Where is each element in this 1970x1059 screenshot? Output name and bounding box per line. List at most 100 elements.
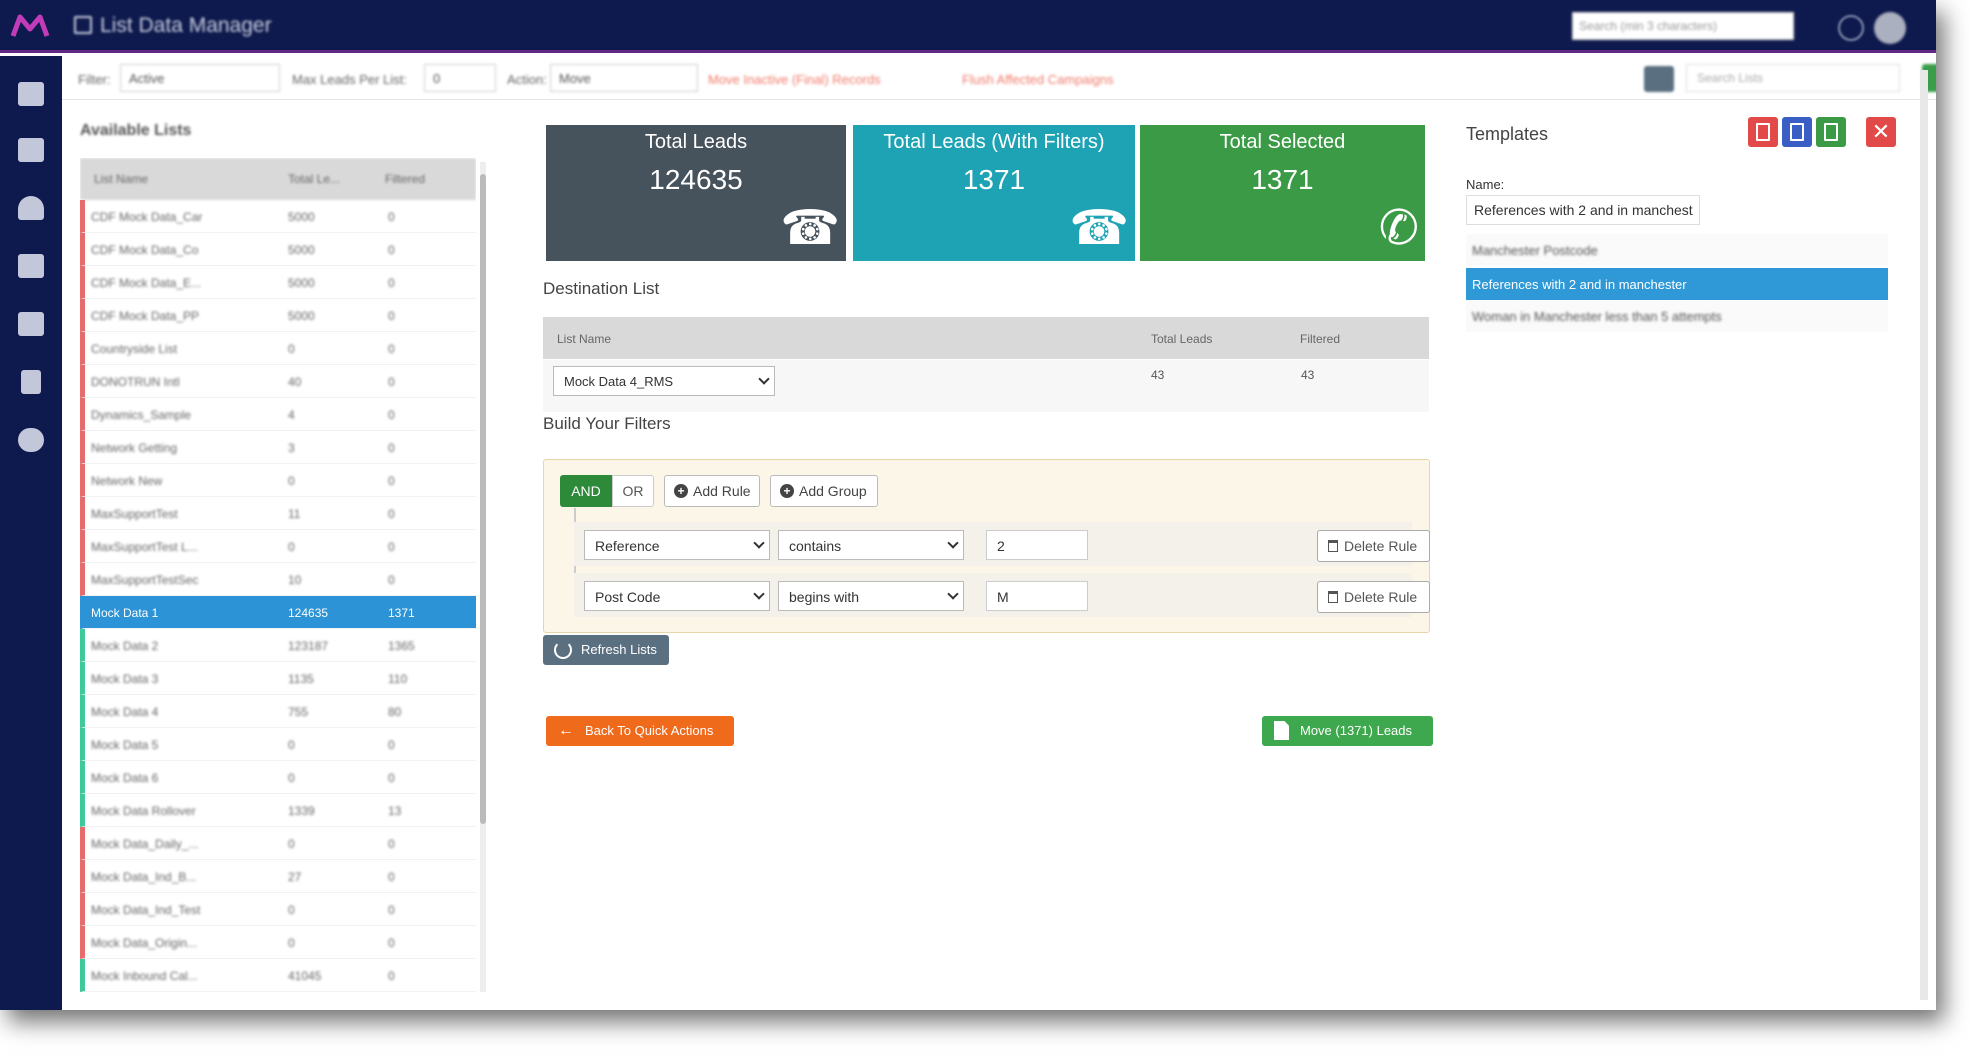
list-row[interactable]: Mock Inbound Cal... 41045 0 [80,959,476,992]
list-row-total: 0 [288,903,295,917]
phone-icon: ☎ [780,202,840,255]
list-row[interactable]: Mock Data_Daily_... 0 0 [80,827,476,860]
template-item-selected[interactable]: References with 2 and in manchester [1466,268,1888,300]
list-row-name: Mock Data_Origin... [91,936,198,950]
filters-title: Build Your Filters [543,414,671,433]
settings-icon[interactable] [18,428,44,452]
dashboard-icon[interactable] [18,196,44,220]
list-row-name: Network Getting [91,441,178,455]
and-toggle[interactable]: AND [560,475,612,507]
global-search-input[interactable]: Search (min 3 characters) [1572,12,1794,40]
phone-volume-icon: ✆ [1378,202,1419,255]
list-row-name: Network New [91,474,163,488]
move-inactive-checkbox[interactable]: Move Inactive (Final) Records [708,72,881,87]
list-row-filtered: 0 [388,771,395,785]
document-icon[interactable] [21,370,41,394]
list-row-filtered: 0 [388,375,395,389]
max-leads-label: Max Leads Per List: [292,72,407,87]
refresh-toolbar-button[interactable] [1644,66,1674,92]
list-row[interactable]: Mock Data_Ind_Test 0 0 [80,893,476,926]
list-row[interactable]: Mock Data Rollover 1339 13 [80,794,476,827]
page-scrollbar[interactable] [1920,70,1928,1000]
list-row[interactable]: CDF Mock Data_Car 5000 0 [80,200,476,233]
list-row[interactable]: Mock Data_Ind_B... 27 0 [80,860,476,893]
brand-logo[interactable] [10,12,50,40]
new-template-button[interactable] [1748,117,1778,147]
or-toggle[interactable]: OR [612,475,654,507]
list-search-input[interactable]: Search Lists [1686,64,1900,92]
list-row-name: Dynamics_Sample [91,408,192,422]
rule-field-select[interactable]: Reference [584,530,770,560]
col-list-name[interactable]: List Name [94,172,148,186]
refresh-icon [554,641,572,659]
list-row[interactable]: Mock Data 4 755 80 [80,695,476,728]
list-row[interactable]: Dynamics_Sample 4 0 [80,398,476,431]
back-to-quick-actions-button[interactable]: ← Back To Quick Actions [546,716,734,746]
list-row-total: 0 [288,936,295,950]
rule-value-input[interactable]: M [986,581,1088,611]
delete-rule-button[interactable]: Delete Rule [1317,530,1430,562]
max-leads-input[interactable]: 0 [424,64,496,92]
list-row[interactable]: Mock Data 3 1135 110 [80,662,476,695]
list-row[interactable]: CDF Mock Data_PP 5000 0 [80,299,476,332]
load-template-button[interactable] [1782,117,1812,147]
delete-template-button[interactable]: ✕ [1866,117,1896,147]
grid-icon[interactable] [18,138,44,162]
list-row[interactable]: Network New 0 0 [80,464,476,497]
list-row[interactable]: Network Getting 3 0 [80,431,476,464]
database-icon[interactable] [18,254,44,278]
list-row[interactable]: CDF Mock Data_E... 5000 0 [80,266,476,299]
refresh-lists-button[interactable]: Refresh Lists [543,635,669,665]
add-group-button[interactable]: + Add Group [770,475,878,507]
list-row-filtered: 0 [388,870,395,884]
rule-operator-select[interactable]: begins with [778,581,964,611]
list-row[interactable]: CDF Mock Data_Co 5000 0 [80,233,476,266]
list-row-filtered: 13 [388,804,402,818]
list-row[interactable]: Mock Data 6 0 0 [80,761,476,794]
filtered-leads-card: Total Leads (With Filters) 1371 ☎ [853,125,1135,261]
flush-campaigns-checkbox[interactable]: Flush Affected Campaigns [962,72,1114,87]
list-row[interactable]: DONOTRUN Intl 40 0 [80,365,476,398]
destination-list-select[interactable]: Mock Data 4_RMS [553,366,775,396]
home-icon[interactable] [18,82,44,106]
list-row-total: 0 [288,342,295,356]
list-row[interactable]: Mock Data_Origin... 0 0 [80,926,476,959]
col-total-leads[interactable]: Total Le... [288,172,340,186]
move-leads-button[interactable]: Move (1371) Leads [1262,716,1433,746]
help-icon[interactable] [1838,15,1864,41]
filter-toolbar: Filter: Active Max Leads Per List: 0 Act… [62,56,1936,100]
template-item[interactable]: Manchester Postcode [1466,234,1888,266]
list-row[interactable]: MaxSupportTestSec 10 0 [80,563,476,596]
lock-icon[interactable] [18,312,44,336]
list-row-filtered: 0 [388,408,395,422]
list-scrollbar[interactable] [480,162,486,992]
filter-rule: Reference contains 2 Delete Rule [574,522,1430,566]
col-filtered[interactable]: Filtered [385,172,425,186]
save-template-button[interactable] [1816,117,1846,147]
list-row-name: Mock Data 4 [91,705,159,719]
list-row-total: 11 [288,507,301,521]
list-row[interactable]: Mock Data 5 0 0 [80,728,476,761]
action-select[interactable]: Move [550,64,698,92]
dest-col-total: Total Leads [1151,332,1213,346]
list-row[interactable]: Mock Data 2 123187 1365 [80,629,476,662]
list-row-selected[interactable]: Mock Data 1 124635 1371 [80,596,476,629]
list-row-name: Countryside List [91,342,178,356]
rule-value-input[interactable]: 2 [986,530,1088,560]
rule-operator-select[interactable]: contains [778,530,964,560]
list-row-name: Mock Data Rollover [91,804,196,818]
list-row[interactable]: Countryside List 0 0 [80,332,476,365]
list-row-total: 0 [288,771,295,785]
filter-select[interactable]: Active [120,64,280,92]
template-name-input[interactable]: References with 2 and in manchest [1466,195,1700,225]
add-rule-button[interactable]: + Add Rule [664,475,760,507]
rule-field-select[interactable]: Post Code [584,581,770,611]
user-avatar[interactable] [1874,12,1906,44]
list-row[interactable]: MaxSupportTest 11 0 [80,497,476,530]
arrow-left-icon: ← [558,722,574,739]
template-item[interactable]: Woman in Manchester less than 5 attempts [1466,300,1888,332]
list-row-total: 0 [288,837,295,851]
list-row[interactable]: MaxSupportTest L... 0 0 [80,530,476,563]
list-row-filtered: 0 [388,441,395,455]
delete-rule-button[interactable]: Delete Rule [1317,581,1430,613]
